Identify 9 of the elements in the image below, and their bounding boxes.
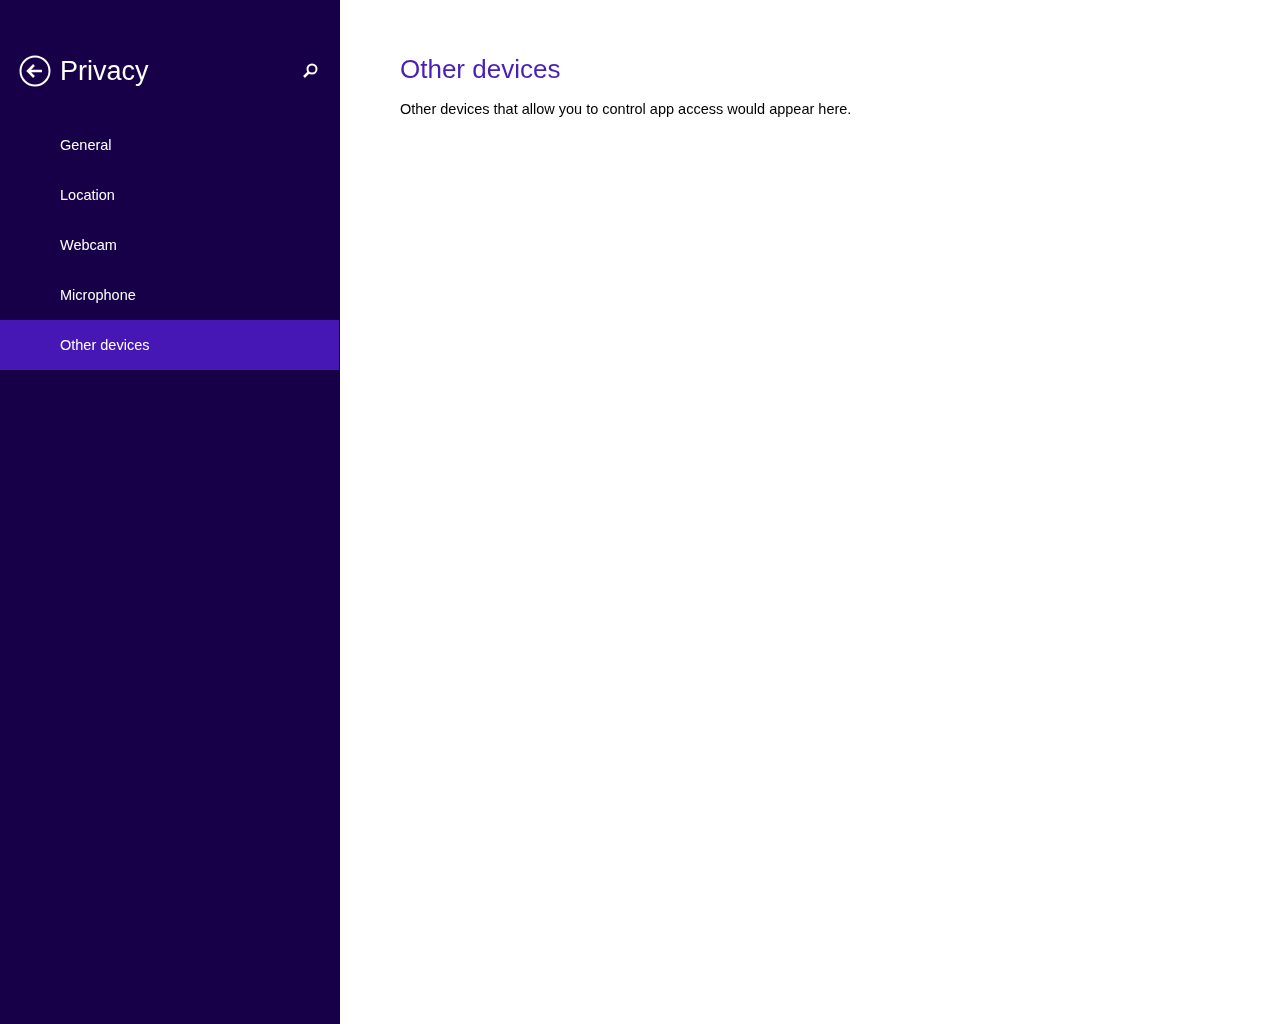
sidebar-item[interactable]: Microphone [0,270,339,320]
sidebar-item[interactable]: Location [0,170,339,220]
sidebar-item[interactable]: Other devices [0,320,339,370]
page-heading: Other devices [400,54,562,85]
sidebar-item[interactable]: Webcam [0,220,339,270]
back-button[interactable] [19,55,51,87]
sidebar-item[interactable]: General [0,120,339,170]
sidebar-title: Privacy [60,55,150,87]
description-text: Other devices that allow you to control app access would appear here. [400,101,853,117]
